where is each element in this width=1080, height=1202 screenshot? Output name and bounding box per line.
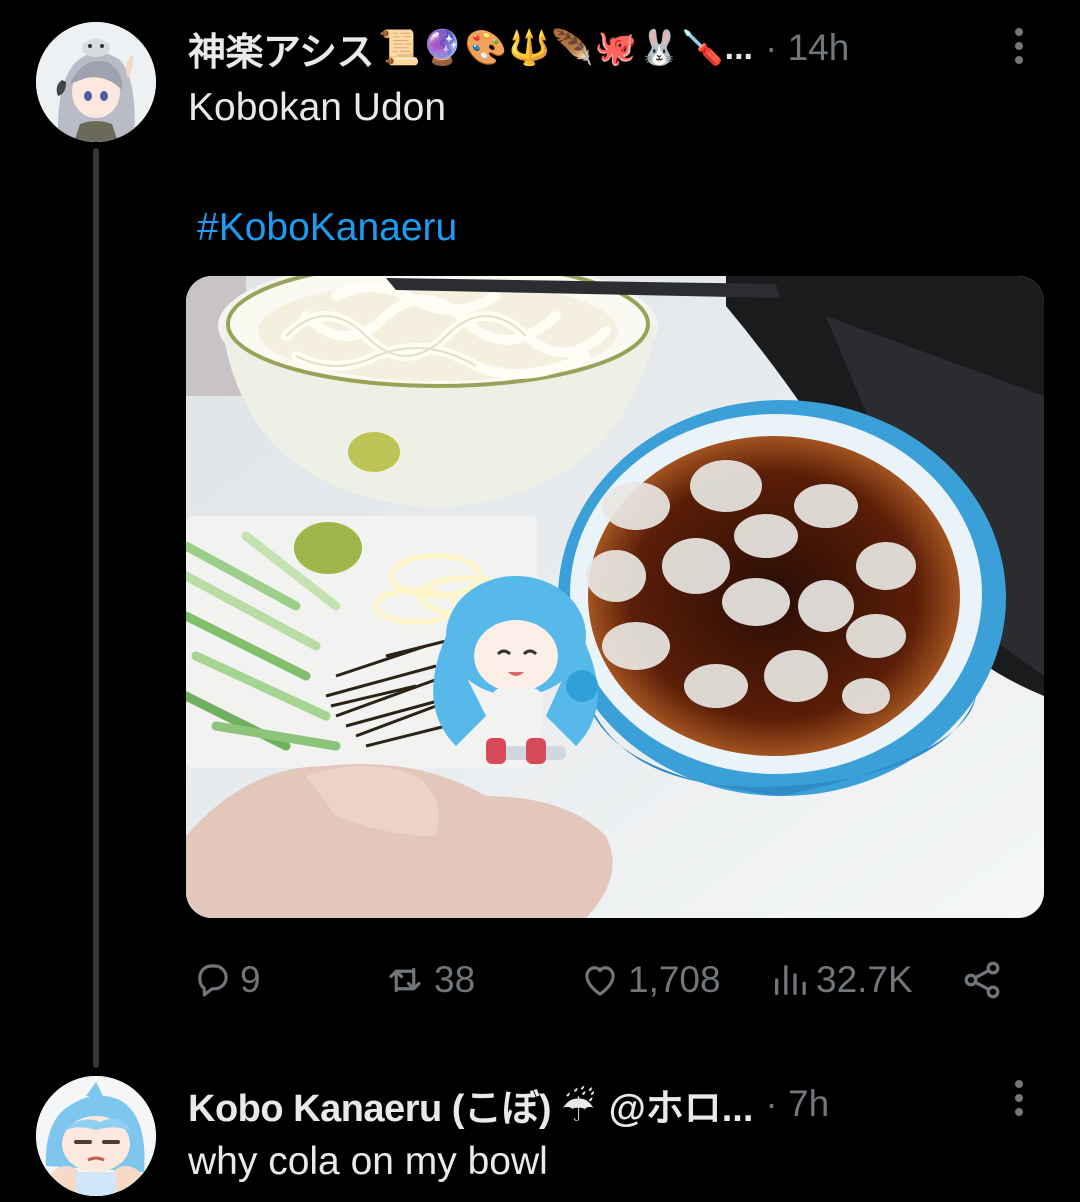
post-action-bar: 9 38 1,708 32.7K <box>186 950 1026 1010</box>
author-display-name[interactable]: 神楽アシス <box>188 21 374 76</box>
reply-button[interactable]: 9 <box>192 950 261 1010</box>
repost-count: 38 <box>434 959 476 1000</box>
thread-connector-line <box>93 148 99 1068</box>
repost-button[interactable]: 38 <box>382 950 475 1010</box>
reply-timestamp[interactable]: · 7h <box>765 1083 829 1125</box>
view-count: 32.7K <box>816 959 913 1000</box>
reply-author-avatar[interactable] <box>36 1076 156 1196</box>
name-truncation: ... <box>724 28 753 67</box>
like-count: 1,708 <box>628 959 721 1000</box>
reply-header: Kobo Kanaeru (こぼ) ☔ @ホロ... · 7h <box>188 1076 829 1132</box>
share-button[interactable] <box>960 950 1004 1010</box>
reply-text: why cola on my bowl <box>188 1140 548 1183</box>
repost-icon <box>389 967 421 993</box>
views-button[interactable]: 32.7K <box>770 950 913 1010</box>
like-button[interactable]: 1,708 <box>578 950 721 1010</box>
share-icon <box>964 961 1000 999</box>
post-text: Kobokan Udon <box>188 86 447 129</box>
reply-count: 9 <box>240 959 261 1000</box>
views-chart-icon <box>775 965 806 995</box>
post-photo[interactable] <box>186 276 1044 918</box>
post-header: 神楽アシス 📜🔮🎨🔱🪶🐙🐰🪛 ... · 14h <box>188 20 849 76</box>
heart-icon <box>585 966 615 996</box>
author-emoji-badges: 📜🔮🎨🔱🪶🐙🐰🪛 <box>377 29 725 67</box>
more-options-icon[interactable] <box>1014 28 1024 64</box>
author-avatar[interactable] <box>36 22 156 142</box>
reply-more-options-icon[interactable] <box>1014 1080 1024 1116</box>
reply-icon <box>198 964 228 997</box>
post-timestamp[interactable]: · 14h <box>765 27 849 69</box>
reply-author-display-name[interactable]: Kobo Kanaeru (こぼ) ☔ <box>188 1077 595 1132</box>
hashtag-link[interactable]: #KoboKanaeru <box>197 206 457 250</box>
reply-author-handle[interactable]: @ホロ... <box>609 1077 754 1132</box>
